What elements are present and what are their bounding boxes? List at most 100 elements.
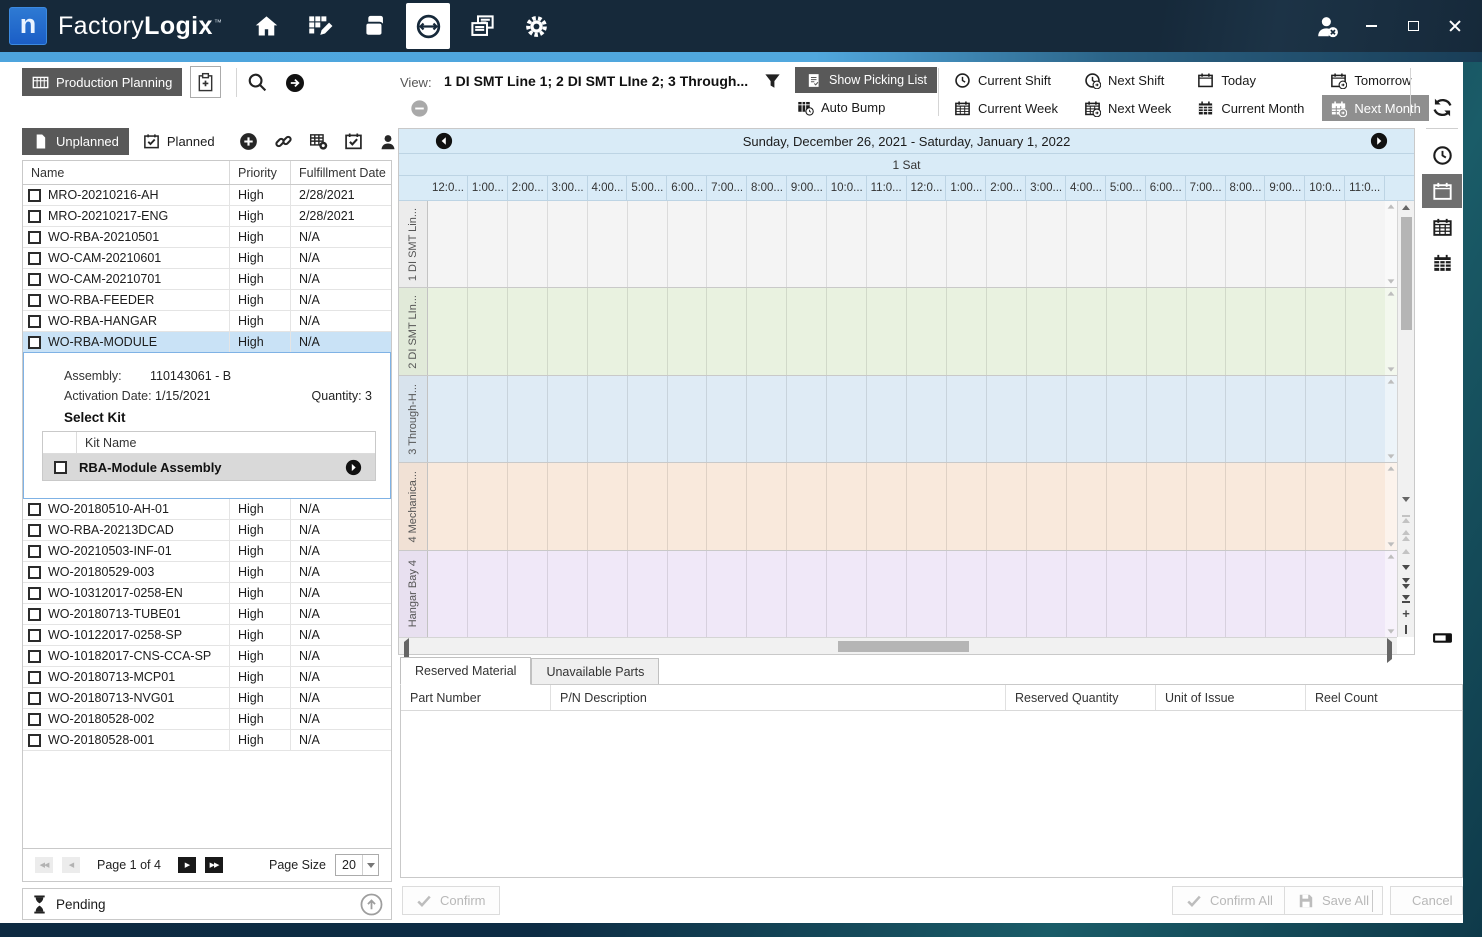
schedule-row[interactable]: 2 DI SMT LIn... <box>399 288 1397 375</box>
person-icon[interactable] <box>379 133 397 151</box>
collapse-up-icon[interactable] <box>360 893 383 916</box>
work-order-row[interactable]: MRO-20210217-ENGHigh2/28/2021 <box>23 206 391 227</box>
work-order-row[interactable]: MRO-20210216-AHHigh2/28/2021 <box>23 185 391 206</box>
row-checkbox[interactable] <box>28 671 41 684</box>
windows-icon[interactable] <box>460 4 504 48</box>
work-order-row[interactable]: WO-RBA-HANGARHighN/A <box>23 311 391 332</box>
work-order-row[interactable]: WO-20180528-002HighN/A <box>23 709 391 730</box>
work-order-row[interactable]: WO-20180713-TUBE01HighN/A <box>23 604 391 625</box>
kit-row[interactable]: RBA-Module Assembly <box>43 454 375 480</box>
page-size-select[interactable]: 20 <box>335 854 379 876</box>
schedule-check-icon[interactable] <box>344 132 363 151</box>
row-checkbox[interactable] <box>28 608 41 621</box>
row-checkbox[interactable] <box>28 189 41 202</box>
zoom-in-icon[interactable]: + <box>1402 609 1410 619</box>
column-header[interactable]: P/N Description <box>551 685 1006 710</box>
clipboard-button[interactable] <box>190 66 221 98</box>
work-order-row[interactable]: WO-10122017-0258-SPHighN/A <box>23 625 391 646</box>
range-button-current-week[interactable]: Current Week <box>946 95 1066 121</box>
scroll-down-icon[interactable] <box>1398 497 1414 502</box>
row-checkbox[interactable] <box>28 273 41 286</box>
row-checkbox[interactable] <box>28 692 41 705</box>
confirm-button[interactable]: Confirm <box>402 886 500 915</box>
previous-page-button[interactable]: ◀ <box>62 857 80 873</box>
work-order-row[interactable]: WO-RBA-MODULEHighN/A <box>23 332 391 353</box>
planning-icon[interactable] <box>298 4 342 48</box>
row-checkbox[interactable] <box>28 734 41 747</box>
settings-icon[interactable] <box>514 4 558 48</box>
minimize-button[interactable] <box>1360 15 1382 37</box>
range-button-current-month[interactable]: Current Month <box>1189 95 1312 121</box>
range-button-current-shift[interactable]: Current Shift <box>946 67 1066 93</box>
column-header[interactable]: Part Number <box>401 685 551 710</box>
next-period-icon[interactable] <box>1370 132 1388 150</box>
show-picking-list-button[interactable]: Show Picking List <box>795 67 937 93</box>
step-down-icon[interactable] <box>1402 561 1410 573</box>
page-down-icon[interactable] <box>1402 577 1410 589</box>
schedule-row[interactable]: 4 Mechanica... <box>399 463 1397 550</box>
transfer-icon[interactable] <box>406 3 450 49</box>
previous-period-icon[interactable] <box>435 132 453 150</box>
row-checkbox[interactable] <box>28 524 41 537</box>
schedule-row[interactable]: 3 Through-H... <box>399 376 1397 463</box>
link-icon[interactable] <box>274 132 293 151</box>
scroll-top-icon[interactable] <box>1402 513 1410 525</box>
page-up-icon[interactable] <box>1402 529 1410 541</box>
row-checkbox[interactable] <box>28 336 41 349</box>
filter-icon[interactable] <box>763 72 782 91</box>
work-order-row[interactable]: WO-RBA-20213DCADHighN/A <box>23 520 391 541</box>
work-order-row[interactable]: WO-CAM-20210701HighN/A <box>23 269 391 290</box>
zoom-out-icon[interactable] <box>1405 623 1407 635</box>
row-scroll-control[interactable] <box>1385 201 1397 287</box>
row-checkbox[interactable] <box>28 587 41 600</box>
work-order-row[interactable]: WO-20180529-003HighN/A <box>23 562 391 583</box>
schedule-row[interactable]: 1 DI SMT Lin... <box>399 201 1397 288</box>
schedule-row[interactable]: Hangar Bay 4 <box>399 551 1397 637</box>
view-value[interactable]: 1 DI SMT Line 1; 2 DI SMT LIne 2; 3 Thro… <box>444 73 748 89</box>
first-page-button[interactable]: ◀◀ <box>35 857 53 873</box>
range-button-next-week[interactable]: Next Week <box>1076 95 1179 121</box>
work-order-row[interactable]: WO-10312017-0258-ENHighN/A <box>23 583 391 604</box>
scroll-right-icon[interactable] <box>1387 642 1392 660</box>
add-icon[interactable] <box>239 132 258 151</box>
work-order-row[interactable]: WO-20180713-MCP01HighN/A <box>23 667 391 688</box>
vertical-scrollbar[interactable]: + <box>1397 201 1414 637</box>
go-to-icon[interactable] <box>285 73 305 93</box>
range-button-next-shift[interactable]: Next Shift <box>1076 67 1179 93</box>
user-unavailable-icon[interactable] <box>1315 14 1340 39</box>
row-checkbox[interactable] <box>28 315 41 328</box>
search-icon[interactable] <box>247 72 268 93</box>
tab-unplanned[interactable]: Unplanned <box>22 128 129 155</box>
remove-view-icon[interactable] <box>410 99 429 118</box>
confirm-all-button[interactable]: Confirm All <box>1172 886 1287 915</box>
work-order-row[interactable]: WO-10182017-CNS-CCA-SPHighN/A <box>23 646 391 667</box>
work-order-row[interactable]: WO-RBA-FEEDERHighN/A <box>23 290 391 311</box>
documents-icon[interactable] <box>352 4 396 48</box>
panel-toggle-icon[interactable] <box>1422 620 1462 654</box>
row-checkbox[interactable] <box>28 566 41 579</box>
home-icon[interactable] <box>244 4 288 48</box>
kit-checkbox[interactable] <box>54 461 67 474</box>
auto-bump-button[interactable]: Auto Bump <box>797 99 885 116</box>
maximize-button[interactable] <box>1402 15 1424 37</box>
close-button[interactable] <box>1444 15 1466 37</box>
range-button-next-month[interactable]: Next Month <box>1322 95 1428 121</box>
tab-reserved-material[interactable]: Reserved Material <box>400 657 531 685</box>
row-checkbox[interactable] <box>28 210 41 223</box>
row-scroll-control[interactable] <box>1385 463 1397 549</box>
tab-planned[interactable]: Planned <box>143 133 215 150</box>
row-checkbox[interactable] <box>28 294 41 307</box>
clock-view-icon[interactable] <box>1422 138 1462 172</box>
row-checkbox[interactable] <box>28 545 41 558</box>
range-button-today[interactable]: Today <box>1189 67 1312 93</box>
row-scroll-control[interactable] <box>1385 288 1397 374</box>
table-settings-icon[interactable] <box>309 132 328 151</box>
column-header[interactable]: Reel Count <box>1306 685 1462 710</box>
day-view-icon[interactable] <box>1422 174 1462 208</box>
column-header-fulfillment[interactable]: Fulfillment Date <box>291 161 391 184</box>
column-header[interactable]: Unit of Issue <box>1156 685 1306 710</box>
work-order-row[interactable]: WO-CAM-20210601HighN/A <box>23 248 391 269</box>
month-view-icon[interactable] <box>1422 246 1462 280</box>
pending-status-bar[interactable]: Pending <box>22 888 392 920</box>
work-order-row[interactable]: WO-20210503-INF-01HighN/A <box>23 541 391 562</box>
